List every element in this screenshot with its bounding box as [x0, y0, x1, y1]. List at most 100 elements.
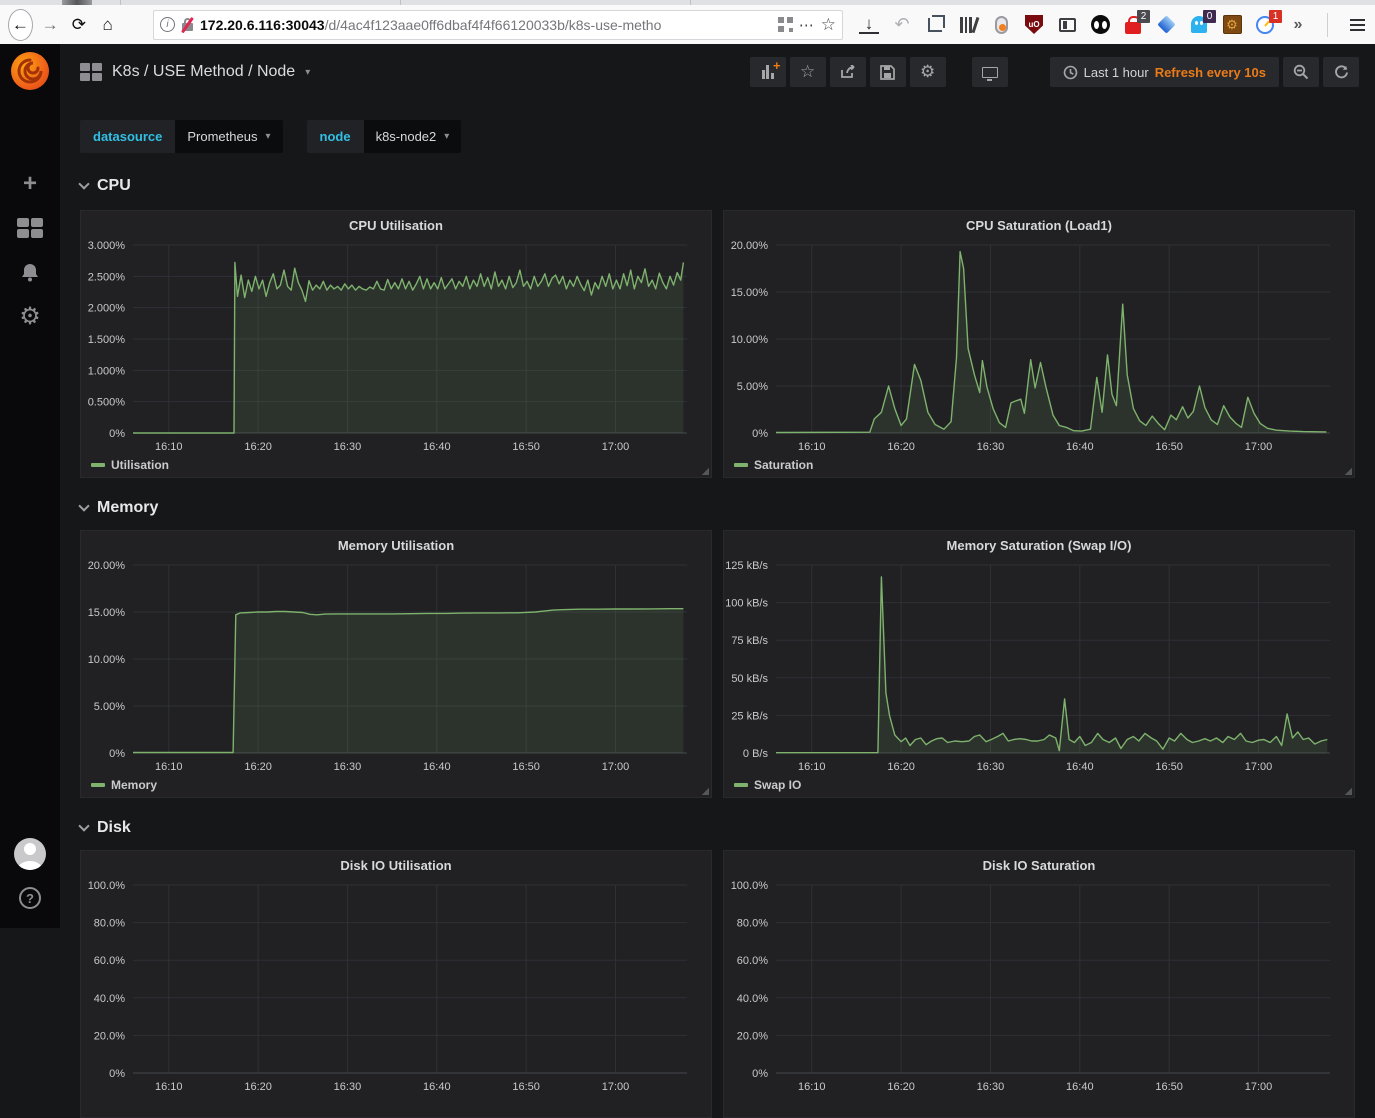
undo-extension-icon[interactable]: ↶	[892, 15, 912, 35]
overflow-chevron-icon[interactable]: »	[1288, 15, 1308, 35]
sidebar-dashboards-button[interactable]	[0, 206, 60, 250]
gem-extension-icon[interactable]	[1156, 15, 1176, 35]
variable-node: node k8s-node2▾	[307, 120, 462, 153]
ghostery-icon[interactable]: 0	[1189, 15, 1209, 35]
panel-resize-handle[interactable]	[1344, 787, 1352, 795]
panel-title[interactable]: Disk IO Saturation	[724, 851, 1354, 879]
ublock-origin-icon[interactable]: uO	[1024, 15, 1044, 35]
svg-text:16:40: 16:40	[1066, 761, 1094, 773]
proxy-pill-icon[interactable]	[991, 15, 1011, 35]
panel-resize-handle[interactable]	[701, 467, 709, 475]
row-header-disk[interactable]: Disk	[60, 815, 1375, 841]
page-actions-icon[interactable]: ⋯	[799, 16, 815, 34]
dropdown-caret-icon: ▾	[444, 131, 449, 142]
mark-favorite-button[interactable]: ☆	[790, 57, 826, 87]
memory-saturation-chart[interactable]: 16:1016:2016:3016:4016:5017:000 B/s25 kB…	[724, 559, 1354, 775]
legend-label[interactable]: Memory	[111, 778, 157, 792]
panel-title[interactable]: Memory Utilisation	[81, 531, 711, 559]
privacy-eyes-icon[interactable]	[1090, 15, 1110, 35]
url-path: /d/4ac4f123aae0ff6dbaf4f4f66120033b/k8s-…	[325, 17, 662, 33]
legend-swatch	[734, 783, 748, 787]
panel-title[interactable]: CPU Saturation (Load1)	[724, 211, 1354, 239]
svg-text:10.00%: 10.00%	[731, 334, 769, 346]
svg-text:1.500%: 1.500%	[88, 334, 126, 346]
sidebar-alerting-button[interactable]	[0, 250, 60, 294]
legend-swatch	[91, 783, 105, 787]
url-text[interactable]: 172.20.6.116:30043/d/4ac4f123aae0ff6dbaf…	[200, 17, 772, 33]
share-dashboard-button[interactable]	[830, 57, 866, 87]
reload-button[interactable]: ⟳	[68, 10, 91, 40]
variable-datasource-value[interactable]: Prometheus▾	[175, 120, 282, 153]
toolbar-divider	[1327, 13, 1328, 37]
dashboard-settings-button[interactable]: ⚙	[910, 57, 946, 87]
cpu-utilisation-chart[interactable]: 16:1016:2016:3016:4016:5017:000%0.500%1.…	[81, 239, 711, 455]
home-button[interactable]: ⌂	[96, 10, 119, 40]
disk-io-saturation-chart[interactable]: 16:1016:2016:3016:4016:5017:00100.0%80.0…	[724, 879, 1354, 1095]
svg-text:0%: 0%	[109, 1068, 125, 1080]
sidebar-create-button[interactable]: +	[0, 162, 60, 206]
legend-label[interactable]: Swap IO	[754, 778, 801, 792]
svg-text:10.00%: 10.00%	[88, 654, 126, 666]
svg-text:16:20: 16:20	[887, 1081, 915, 1093]
clock-icon	[1063, 65, 1078, 80]
qr-code-icon[interactable]	[778, 17, 793, 32]
cpu-saturation-chart[interactable]: 16:1016:2016:3016:4016:5017:000%5.00%10.…	[724, 239, 1354, 455]
refresh-dashboard-button[interactable]	[1323, 57, 1359, 87]
svg-text:17:00: 17:00	[1245, 1081, 1273, 1093]
svg-text:16:20: 16:20	[244, 761, 272, 773]
screenshot-crop-icon[interactable]	[925, 15, 945, 35]
library-icon[interactable]	[958, 15, 978, 35]
insecure-lock-icon[interactable]	[181, 17, 194, 32]
time-picker-button[interactable]: Last 1 hour Refresh every 10s	[1050, 57, 1279, 87]
tab-strip[interactable]	[0, 0, 1375, 5]
legend: Memory	[81, 775, 711, 795]
menu-button[interactable]	[1347, 15, 1367, 35]
legend: Utilisation	[81, 455, 711, 475]
url-bar[interactable]: i 172.20.6.116:30043/d/4ac4f123aae0ff6db…	[153, 10, 843, 40]
cycle-view-button[interactable]	[972, 57, 1008, 87]
sidebar-configuration-button[interactable]: ⚙	[0, 294, 60, 338]
memory-utilisation-chart[interactable]: 16:1016:2016:3016:4016:5017:000%5.00%10.…	[81, 559, 711, 775]
dashboard-title-button[interactable]: K8s / USE Method / Node ▾	[80, 63, 310, 81]
refresh-icon	[1334, 65, 1349, 80]
active-tab-edge	[62, 0, 92, 5]
svg-text:40.0%: 40.0%	[94, 993, 125, 1005]
save-dashboard-button[interactable]	[870, 57, 906, 87]
svg-text:2.500%: 2.500%	[88, 271, 126, 283]
page-info-icon[interactable]: i	[160, 17, 175, 32]
disk-io-utilisation-chart[interactable]: 16:1016:2016:3016:4016:5017:00100.0%80.0…	[81, 879, 711, 1095]
svg-text:16:30: 16:30	[334, 441, 362, 453]
svg-text:16:40: 16:40	[423, 1081, 451, 1093]
svg-text:16:10: 16:10	[155, 1081, 183, 1093]
sidebar-toggle-icon[interactable]	[1057, 15, 1077, 35]
downloads-icon[interactable]: ↓	[859, 15, 879, 34]
back-button[interactable]: ←	[8, 9, 33, 41]
forward-button[interactable]: →	[39, 10, 62, 40]
grafana-logo[interactable]	[11, 52, 49, 90]
variable-node-value[interactable]: k8s-node2▾	[364, 120, 462, 153]
panel-title[interactable]: Disk IO Utilisation	[81, 851, 711, 879]
svg-text:15.00%: 15.00%	[731, 287, 769, 299]
sidebar-help-button[interactable]: ?	[0, 876, 60, 920]
sidebar-user-button[interactable]	[0, 832, 60, 876]
row-header-cpu[interactable]: CPU	[60, 173, 1375, 199]
gear-extension-icon[interactable]: ⚙	[1222, 15, 1242, 35]
chevron-down-icon	[78, 178, 89, 189]
panel-title[interactable]: CPU Utilisation	[81, 211, 711, 239]
password-lock-icon[interactable]: 2	[1123, 15, 1143, 35]
history-clock-icon[interactable]: 1	[1255, 15, 1275, 35]
legend-label[interactable]: Utilisation	[111, 458, 169, 472]
zoom-out-button[interactable]	[1283, 57, 1319, 87]
row-header-memory[interactable]: Memory	[60, 495, 1375, 521]
svg-text:16:30: 16:30	[977, 1081, 1005, 1093]
panel-resize-handle[interactable]	[1344, 467, 1352, 475]
legend: Swap IO	[724, 775, 1354, 795]
panel-title[interactable]: Memory Saturation (Swap I/O)	[724, 531, 1354, 559]
bookmark-star-icon[interactable]: ☆	[821, 15, 836, 35]
svg-text:0.500%: 0.500%	[88, 397, 126, 409]
svg-text:16:20: 16:20	[244, 1081, 272, 1093]
legend-label[interactable]: Saturation	[754, 458, 813, 472]
panel-resize-handle[interactable]	[701, 787, 709, 795]
panel-disk-io-utilisation: Disk IO Utilisation 16:1016:2016:3016:40…	[80, 850, 712, 1118]
add-panel-button[interactable]: +	[750, 57, 786, 87]
